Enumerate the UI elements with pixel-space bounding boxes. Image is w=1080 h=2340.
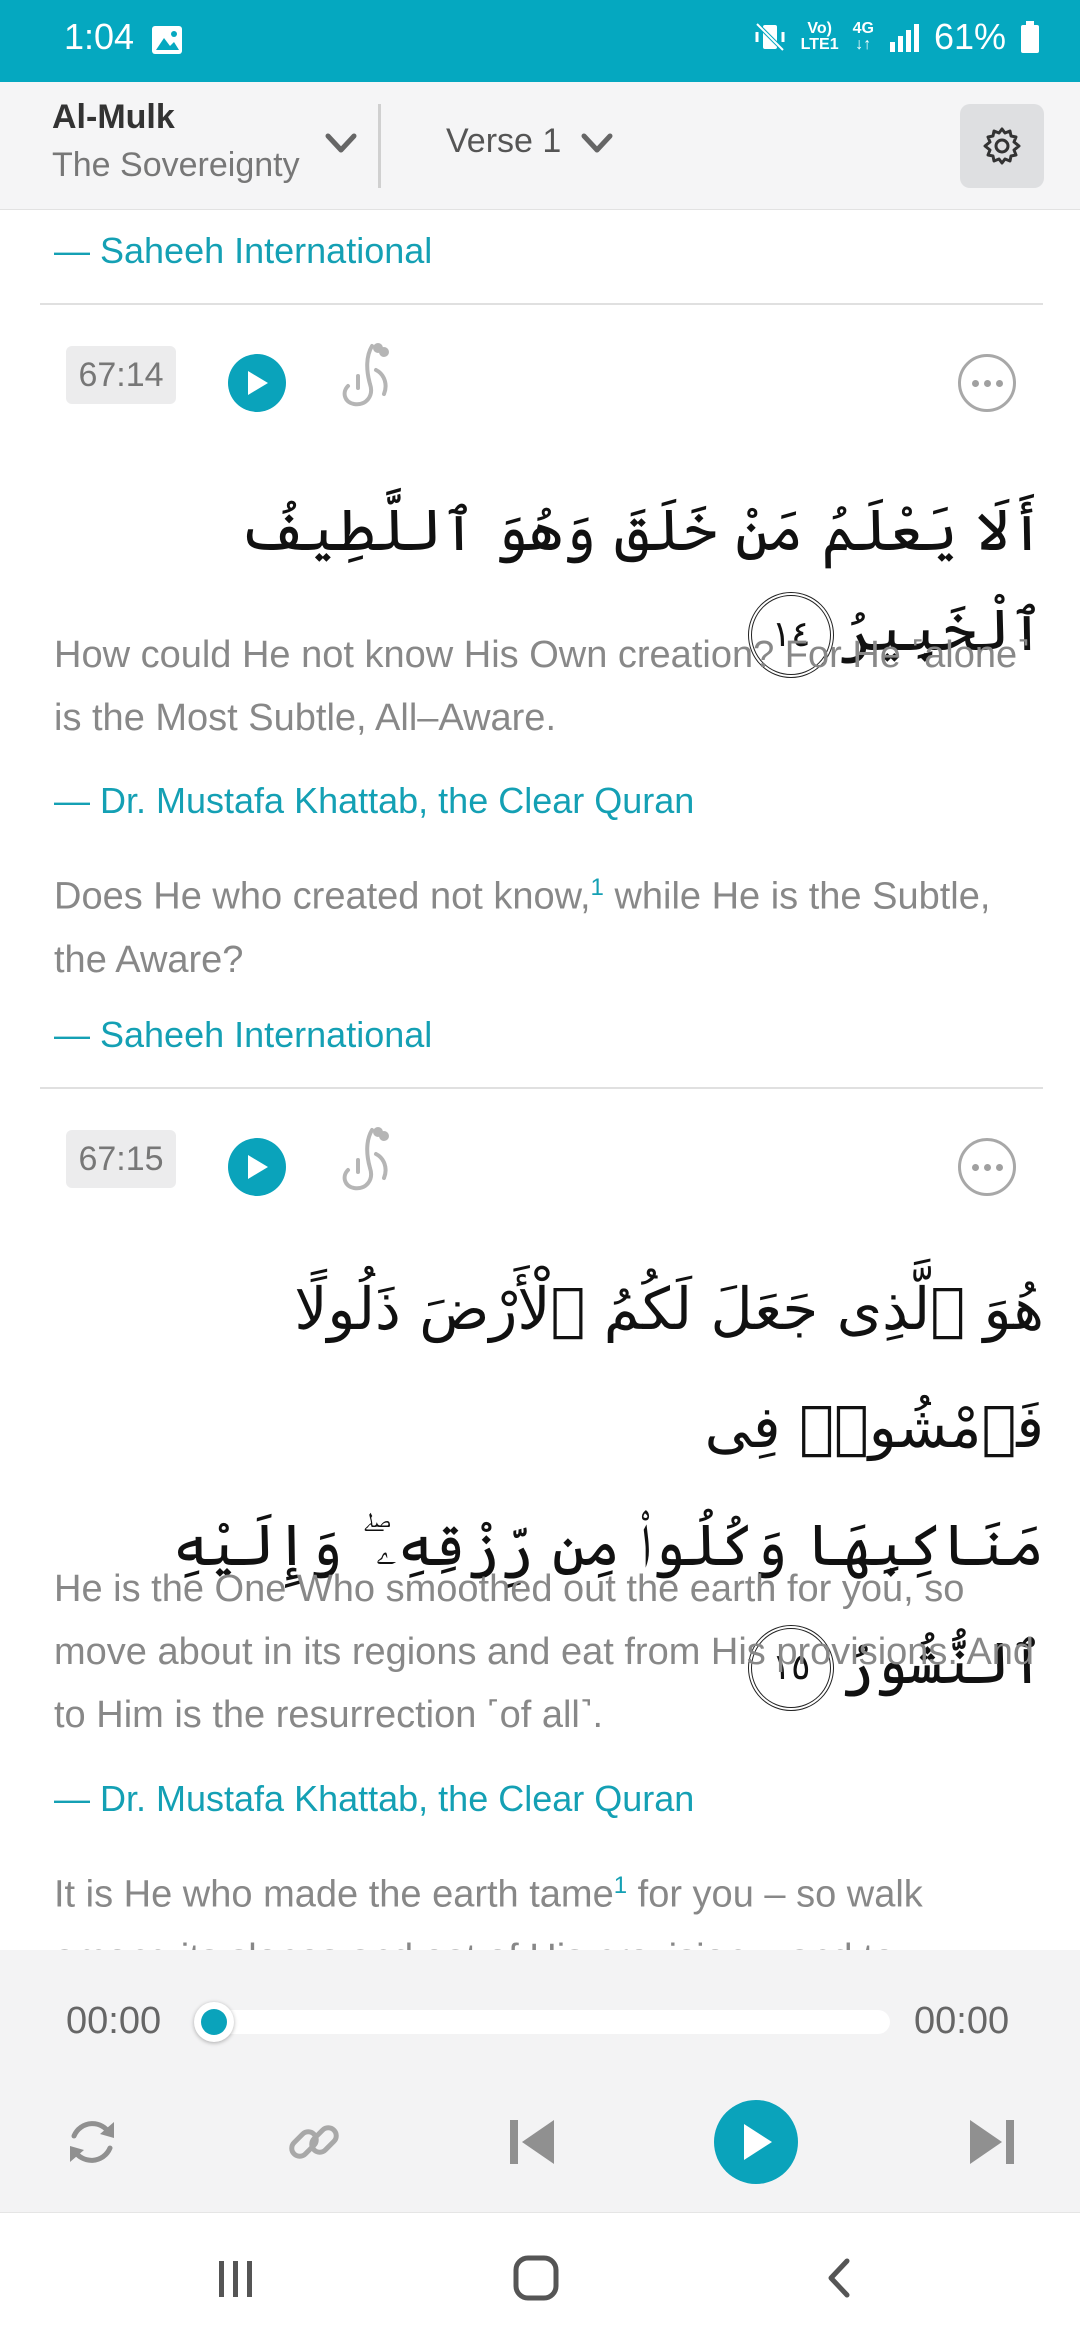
repeat-icon bbox=[70, 2121, 114, 2163]
signal-icon bbox=[889, 24, 919, 52]
home-icon bbox=[513, 2255, 559, 2301]
vibrate-mute-icon bbox=[755, 22, 785, 52]
status-time: 1:04 bbox=[64, 16, 135, 57]
previous-verse-button[interactable] bbox=[492, 2102, 572, 2182]
status-icons: Vo) LTE1 4G ↓↑ 61% bbox=[753, 16, 1040, 58]
settings-button[interactable] bbox=[960, 104, 1044, 188]
translation-text: Does He who created not know,1 while He … bbox=[54, 874, 991, 981]
play-verse-button[interactable] bbox=[228, 1138, 286, 1196]
attribution-link[interactable]: — Dr. Mustafa Khattab, the Clear Quran bbox=[54, 1778, 1044, 1820]
translation-text: He is the One Who smoothed out the earth… bbox=[54, 1568, 1035, 1736]
audio-player: 00:00 00:00 bbox=[0, 1950, 1080, 2212]
link-button[interactable] bbox=[274, 2102, 354, 2182]
gallery-notification-icon bbox=[152, 26, 182, 54]
back-icon bbox=[828, 2258, 850, 2298]
surah-chevron-down-icon[interactable] bbox=[322, 124, 360, 162]
attribution-link[interactable]: — Saheeh International bbox=[54, 1014, 1044, 1056]
play-verse-button[interactable] bbox=[228, 354, 286, 412]
translation-text: How could He not know His Own creation? … bbox=[54, 634, 1030, 739]
more-options-button[interactable] bbox=[958, 354, 1016, 412]
link-icon bbox=[289, 2125, 339, 2159]
repeat-button[interactable] bbox=[52, 2102, 132, 2182]
network-type-indicator: 4G ↓↑ bbox=[852, 20, 874, 53]
verse-list[interactable]: — Saheeh International 67:14 أَلَا يَعْل… bbox=[0, 210, 1080, 1950]
seek-thumb[interactable] bbox=[194, 2002, 234, 2042]
attribution-link[interactable]: — Dr. Mustafa Khattab, the Clear Quran bbox=[54, 780, 1044, 822]
volte-indicator: Vo) LTE1 bbox=[800, 20, 839, 53]
play-icon bbox=[248, 371, 268, 395]
verse-reference-badge: 67:15 bbox=[66, 1130, 176, 1188]
translation-text: It is He who made the earth tame1 for yo… bbox=[54, 1872, 923, 1950]
next-verse-button[interactable] bbox=[952, 2102, 1032, 2182]
header-divider bbox=[378, 104, 381, 188]
skip-next-icon bbox=[970, 2120, 1014, 2164]
gear-icon bbox=[983, 127, 1021, 165]
verse-chevron-down-icon[interactable] bbox=[578, 124, 616, 162]
recent-apps-button[interactable] bbox=[196, 2243, 276, 2313]
current-time: 00:00 bbox=[66, 2000, 162, 2042]
verse-selector[interactable]: Verse 1 bbox=[446, 122, 561, 161]
recent-apps-icon bbox=[219, 2261, 252, 2297]
verse-divider bbox=[40, 303, 1043, 305]
status-bar: 1:04 Vo) LTE1 4G ↓↑ 61% bbox=[0, 0, 1080, 82]
verse-reference-badge: 67:14 bbox=[66, 346, 176, 404]
home-button[interactable] bbox=[496, 2243, 576, 2313]
footnote-marker[interactable]: 1 bbox=[614, 1872, 627, 1899]
surah-name[interactable]: Al-Mulk bbox=[52, 98, 175, 137]
surah-header: Al-Mulk The Sovereignty Verse 1 bbox=[0, 82, 1080, 210]
skip-previous-icon bbox=[510, 2120, 554, 2164]
tafsir-icon[interactable] bbox=[336, 1124, 396, 1196]
footnote-marker[interactable]: 1 bbox=[591, 874, 604, 901]
battery-percent: 61% bbox=[933, 16, 1006, 57]
tafsir-icon[interactable] bbox=[336, 340, 396, 412]
total-time: 00:00 bbox=[914, 2000, 1010, 2042]
system-navigation-bar bbox=[0, 2212, 1080, 2340]
verse-divider bbox=[40, 1087, 1043, 1089]
attribution-link[interactable]: — Saheeh International bbox=[54, 230, 1044, 272]
back-button[interactable] bbox=[800, 2243, 880, 2313]
play-pause-button[interactable] bbox=[714, 2100, 798, 2184]
seek-bar[interactable] bbox=[200, 2010, 890, 2034]
play-icon bbox=[744, 2124, 772, 2160]
battery-icon bbox=[1021, 21, 1039, 53]
more-options-button[interactable] bbox=[958, 1138, 1016, 1196]
surah-translation[interactable]: The Sovereignty bbox=[52, 146, 300, 185]
play-icon bbox=[248, 1155, 268, 1179]
